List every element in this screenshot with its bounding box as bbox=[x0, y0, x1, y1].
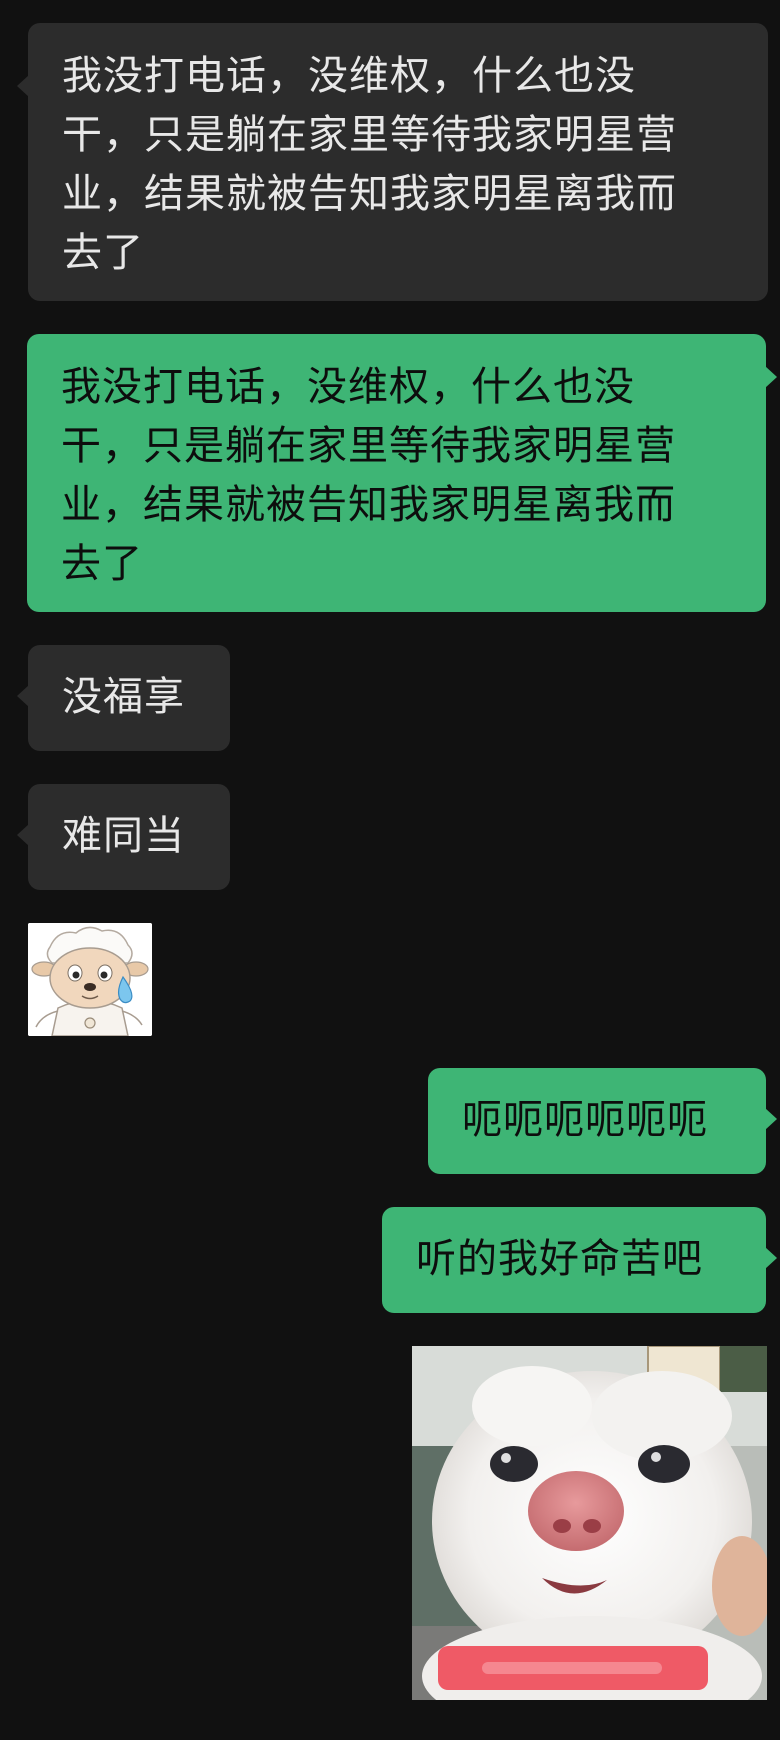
outgoing-message-bubble[interactable]: 呃呃呃呃呃呃 bbox=[428, 1068, 777, 1174]
message-text: 难同当 bbox=[62, 813, 185, 859]
white-kitten-sticker[interactable] bbox=[412, 1346, 767, 1700]
message-text: 没福享 bbox=[62, 674, 185, 720]
message-text-line: 去了 bbox=[62, 230, 144, 276]
message-text-line: 业，结果就被告知我家明星离我而 bbox=[62, 171, 677, 217]
incoming-message-bubble[interactable]: 没福享 bbox=[17, 645, 230, 751]
message-text-line: 干，只是躺在家里等待我家明星营 bbox=[61, 423, 676, 469]
message-text-line: 我没打电话，没维权，什么也没 bbox=[61, 364, 635, 410]
incoming-message-bubble[interactable]: 我没打电话，没维权，什么也没 干，只是躺在家里等待我家明星营 业，结果就被告知我… bbox=[17, 23, 768, 301]
crying-sheep-sticker[interactable] bbox=[28, 923, 152, 1036]
chat-message-list[interactable]: 我没打电话，没维权，什么也没 干，只是躺在家里等待我家明星营 业，结果就被告知我… bbox=[0, 0, 780, 1740]
outgoing-message-bubble[interactable]: 我没打电话，没维权，什么也没 干，只是躺在家里等待我家明星营 业，结果就被告知我… bbox=[27, 334, 777, 612]
message-text-line: 去了 bbox=[61, 541, 143, 587]
message-text-line: 业，结果就被告知我家明星离我而 bbox=[61, 482, 676, 528]
message-text: 听的我好命苦吧 bbox=[416, 1236, 703, 1282]
crying-sheep-image bbox=[28, 923, 152, 1036]
message-text-line: 干，只是躺在家里等待我家明星营 bbox=[62, 112, 677, 158]
outgoing-message-bubble[interactable]: 听的我好命苦吧 bbox=[382, 1207, 777, 1313]
message-text-line: 我没打电话，没维权，什么也没 bbox=[62, 53, 636, 99]
white-kitten-image bbox=[412, 1346, 767, 1700]
incoming-message-bubble[interactable]: 难同当 bbox=[17, 784, 230, 890]
message-text: 呃呃呃呃呃呃 bbox=[462, 1097, 708, 1143]
